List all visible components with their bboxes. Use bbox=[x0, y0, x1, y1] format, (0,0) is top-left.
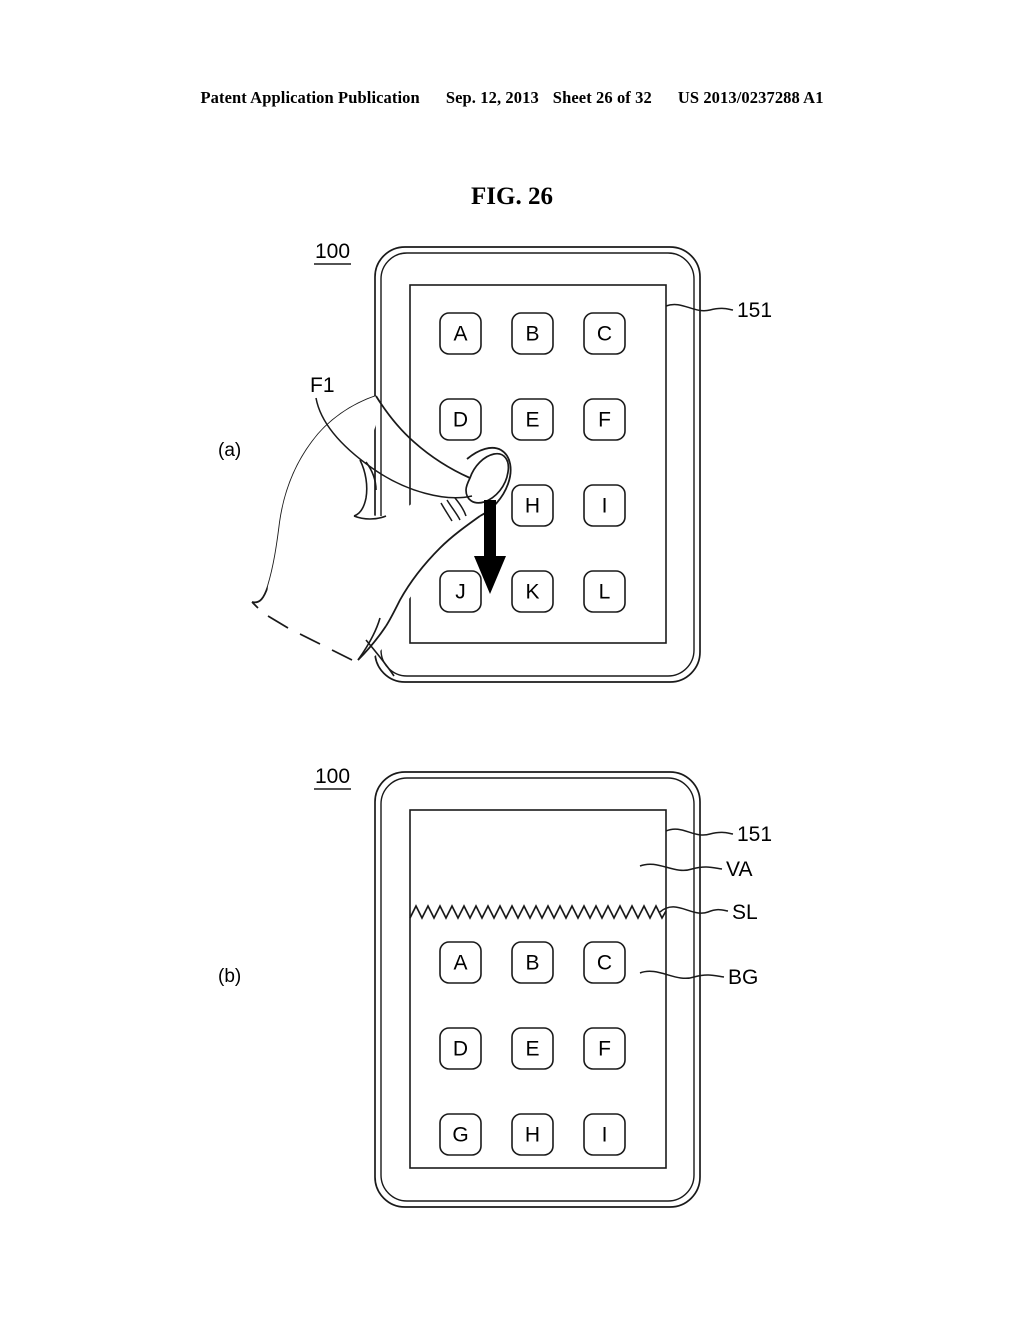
panel-a-key-L-label: L bbox=[599, 581, 611, 604]
panel-a-key-A-label: A bbox=[453, 323, 467, 346]
figure-drawing: (a) 100 151 A B C D E F H I J K L F1 (b)… bbox=[218, 240, 772, 1208]
panel-a-key-C-label: C bbox=[597, 323, 612, 346]
panel-a-display-ref: 151 bbox=[737, 299, 772, 322]
panel-a-key-B-label: B bbox=[525, 323, 539, 346]
panel-a-key-H-label: H bbox=[525, 495, 540, 518]
panel-a-caption: (a) bbox=[218, 440, 241, 461]
panel-b-key-E-label: E bbox=[525, 1038, 539, 1061]
panel-b-key-D-label: D bbox=[453, 1038, 468, 1061]
panel-b-key-G-label: G bbox=[452, 1124, 468, 1147]
panel-b-key-row-2: D E F bbox=[439, 1027, 626, 1070]
panel-b-key-I-label: I bbox=[602, 1124, 608, 1147]
panel-b-key-A-label: A bbox=[453, 952, 467, 975]
panel-b: (b) 100 151 VA SL BG A B C D E F G H I bbox=[218, 765, 772, 1208]
panel-a-key-K-label: K bbox=[525, 581, 539, 604]
arrow-shaft bbox=[484, 500, 496, 562]
panel-a-key-E-label: E bbox=[525, 409, 539, 432]
panel-a: (a) 100 151 A B C D E F H I J K L F1 bbox=[218, 240, 772, 683]
panel-b-caption: (b) bbox=[218, 966, 241, 987]
panel-a-key-F-label: F bbox=[598, 409, 611, 432]
panel-a-key-I-label: I bbox=[602, 495, 608, 518]
panel-b-key-B-label: B bbox=[525, 952, 539, 975]
panel-a-key-row-2: D E F bbox=[439, 398, 626, 441]
panel-b-device-ref: 100 bbox=[315, 765, 350, 788]
panel-b-key-row-3: G H I bbox=[439, 1113, 626, 1156]
panel-b-display-ref: 151 bbox=[737, 823, 772, 846]
panel-b-view-area-ref: VA bbox=[726, 858, 752, 881]
panel-b-split-line-ref: SL bbox=[732, 901, 758, 924]
panel-b-key-F-label: F bbox=[598, 1038, 611, 1061]
panel-b-key-H-label: H bbox=[525, 1124, 540, 1147]
panel-a-key-row-1: A B C bbox=[439, 312, 626, 355]
panel-b-key-C-label: C bbox=[597, 952, 612, 975]
panel-a-device-ref: 100 bbox=[315, 240, 350, 263]
panel-a-key-row-4: J K L bbox=[439, 570, 626, 613]
panel-a-finger-ref: F1 bbox=[310, 374, 335, 397]
panel-b-button-group-ref: BG bbox=[728, 966, 758, 989]
patent-page: Patent Application Publication Sep. 12, 2… bbox=[0, 0, 1024, 1320]
panel-a-key-J-label: J bbox=[455, 581, 466, 604]
panel-b-key-row-1: A B C bbox=[439, 941, 626, 984]
panel-a-key-D-label: D bbox=[453, 409, 468, 432]
